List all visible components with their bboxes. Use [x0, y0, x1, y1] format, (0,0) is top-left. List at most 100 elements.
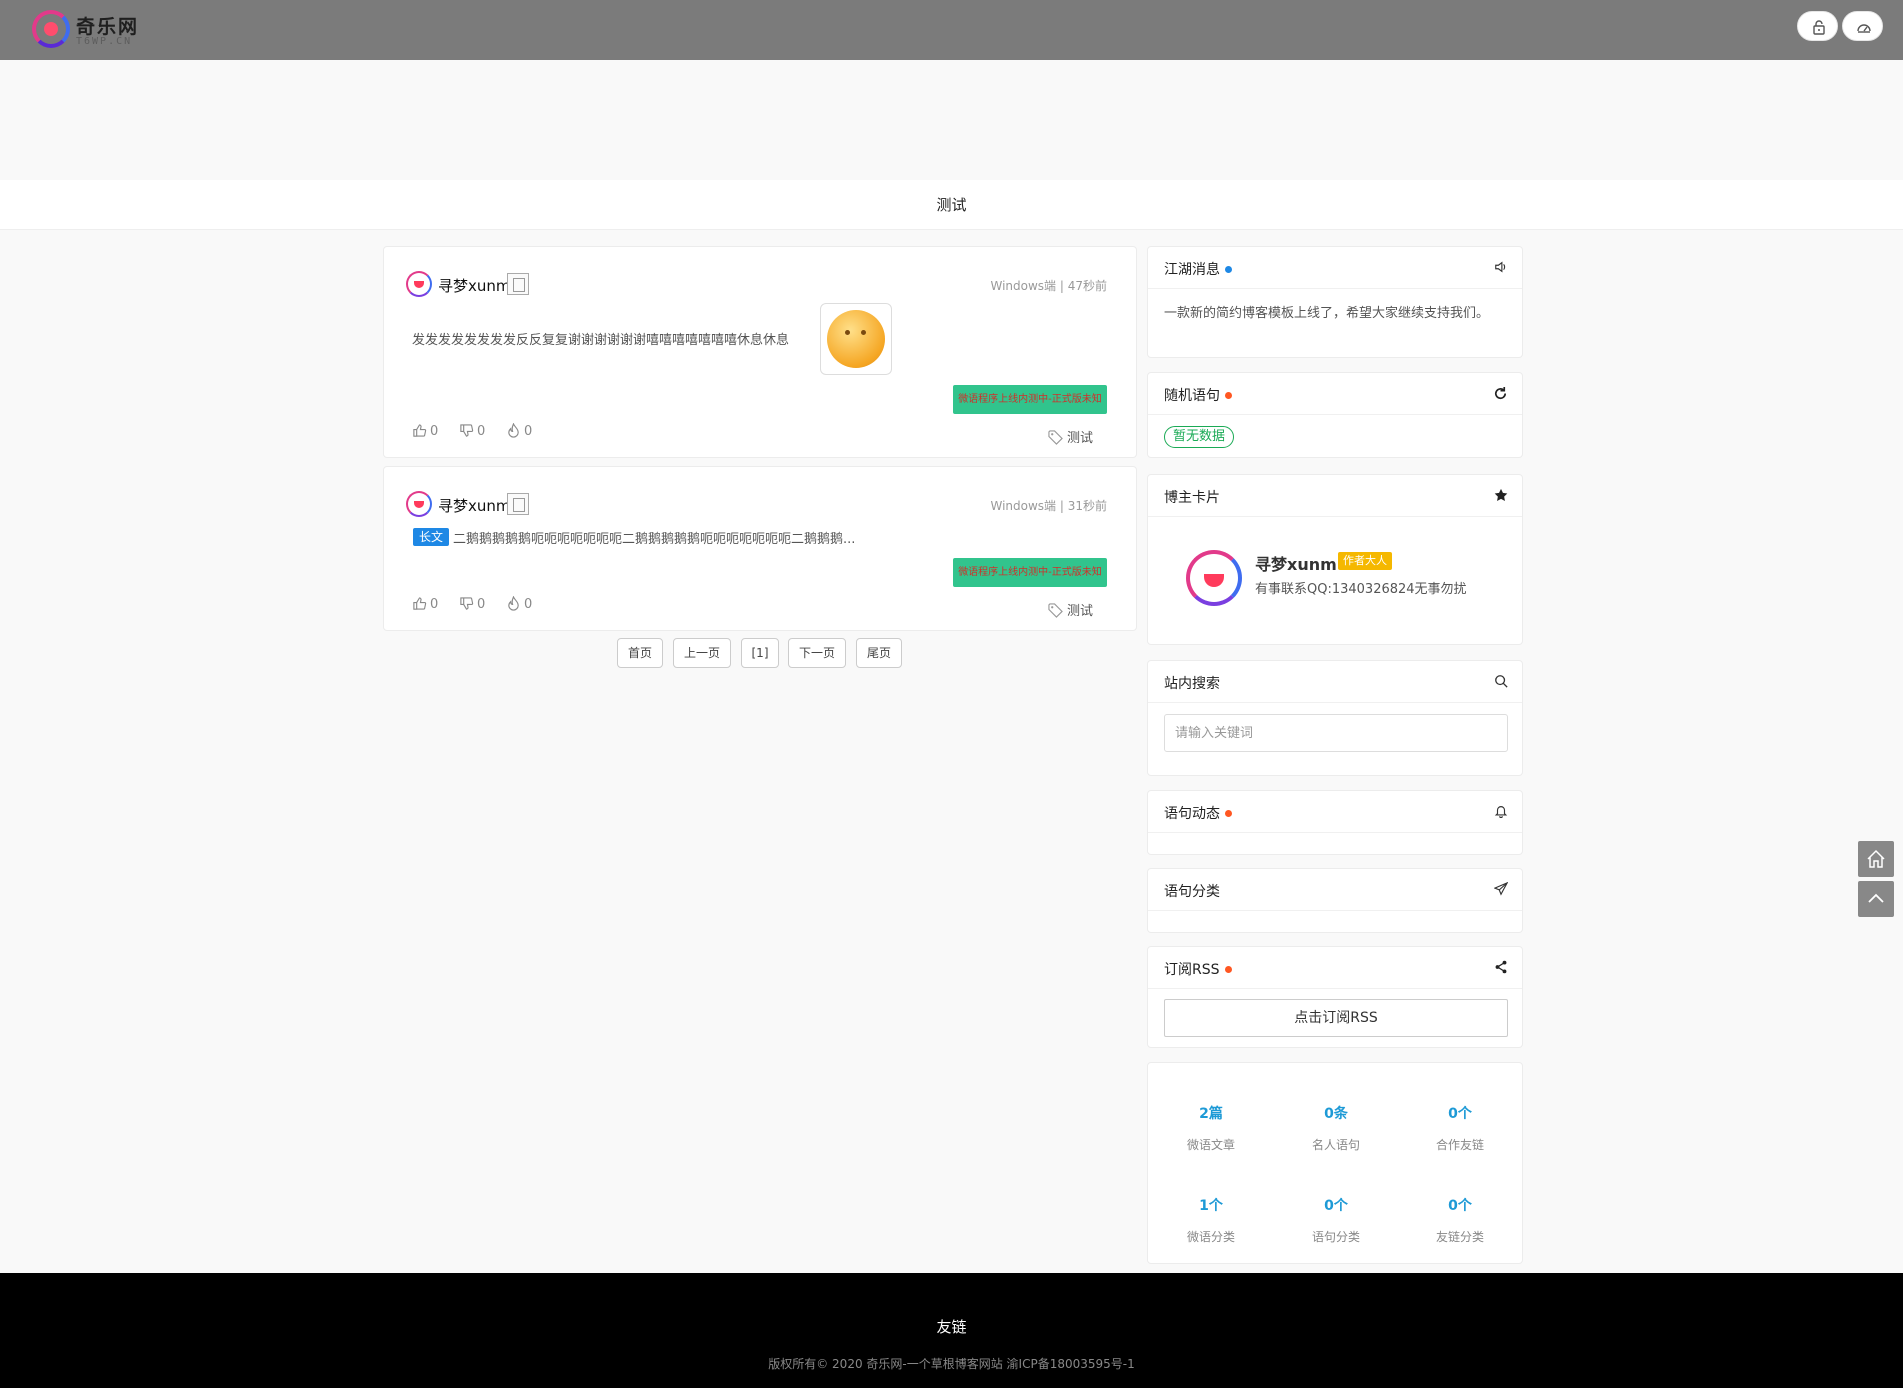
- thumb-down-icon: [460, 597, 474, 610]
- stat-label: 友链分类: [1435, 1230, 1484, 1244]
- widget-header: 随机语句: [1148, 373, 1522, 415]
- blogger-card-widget: 博主卡片 寻梦xunm 作者大人 有事联系QQ:1340326824无事勿扰: [1147, 474, 1523, 645]
- post-content[interactable]: 发发发发发发发发反反复复谢谢谢谢谢谢嘻嘻嘻嘻嘻嘻嘻休息休息: [412, 329, 789, 348]
- send-icon: [1494, 882, 1508, 896]
- dislike-button[interactable]: 0: [459, 423, 485, 439]
- post-meta: Windows端 | 31秒前: [990, 499, 1107, 513]
- lock-icon: [1813, 20, 1825, 35]
- long-article-badge: 长文: [413, 528, 450, 546]
- dislike-count: 0: [477, 424, 486, 439]
- widget-header: 语句动态: [1148, 791, 1522, 833]
- blogger-description: 有事联系QQ:1340326824无事勿扰: [1255, 582, 1467, 597]
- widget-title: 站内搜索: [1164, 676, 1220, 692]
- widget-header: 江湖消息: [1148, 247, 1522, 289]
- stat-label: 微语分类: [1186, 1230, 1235, 1244]
- no-data-badge: 暂无数据: [1164, 426, 1235, 448]
- avatar[interactable]: [406, 271, 432, 297]
- hot-count: 0: [524, 597, 533, 612]
- avatar[interactable]: [406, 491, 432, 517]
- dashboard-icon: [1857, 24, 1871, 33]
- hot-button[interactable]: 0: [506, 595, 533, 612]
- stat-label: 名人语句: [1311, 1138, 1360, 1152]
- pagination-prev[interactable]: 上一页: [673, 638, 731, 668]
- logo-icon: [32, 10, 70, 48]
- like-button[interactable]: 0: [412, 423, 438, 439]
- avatar[interactable]: [1186, 550, 1242, 606]
- like-count: 0: [430, 597, 439, 612]
- widget-header: 站内搜索: [1148, 661, 1522, 703]
- dislike-button[interactable]: 0: [459, 596, 485, 612]
- share-icon: [1495, 960, 1507, 974]
- pagination-next[interactable]: 下一页: [788, 638, 846, 668]
- stat-value: 0条: [1324, 1106, 1348, 1122]
- widget-title: 语句分类: [1164, 884, 1220, 900]
- notice-banner: 微语程序上线内测中-正式版未知: [953, 385, 1107, 414]
- footer-copyright: 版权所有© 2020 奇乐网-一个草根博客网站 渝ICP备18003595号-1: [768, 1357, 1135, 1371]
- widget-title: 博主卡片: [1164, 490, 1220, 506]
- post-tag[interactable]: 测试: [1048, 427, 1093, 446]
- tag-icon: [1048, 603, 1063, 618]
- pagination-first[interactable]: 首页: [617, 638, 663, 668]
- footer-links-title[interactable]: 友链: [0, 1316, 1903, 1337]
- author-badge: 作者大人: [1338, 552, 1392, 570]
- thumb-up-icon: [413, 597, 427, 610]
- status-dot: [1225, 810, 1232, 817]
- blogger-name: 寻梦xunm: [1255, 555, 1337, 574]
- pagination-current[interactable]: [1]: [741, 638, 779, 668]
- post-card[interactable]: 寻梦xunm Windows端 | 47秒前 发发发发发发发发反反复复谢谢谢谢谢…: [383, 246, 1137, 458]
- site-logo[interactable]: 奇乐网 T6WP.CN: [32, 10, 172, 50]
- widget-header: 博主卡片: [1148, 475, 1522, 517]
- dashboard-button[interactable]: [1842, 11, 1883, 41]
- login-button[interactable]: [1797, 11, 1838, 41]
- stat-value: 0个: [1324, 1198, 1348, 1214]
- logo-subtitle: T6WP.CN: [76, 36, 133, 47]
- home-icon: [1867, 849, 1885, 868]
- thumb-down-icon: [460, 424, 474, 437]
- fire-icon: [508, 595, 519, 611]
- dislike-count: 0: [477, 597, 486, 612]
- stat-label: 合作友链: [1435, 1138, 1484, 1152]
- post-image[interactable]: [820, 303, 892, 375]
- site-stats-widget: 2篇 微语文章 0条 名人语句 0个 合作友链 1个 微语分类 0个 语句分类 …: [1147, 1062, 1523, 1264]
- post-content[interactable]: 二鹅鹅鹅鹅鹅呃呃呃呃呃呃呃二鹅鹅鹅鹅鹅呃呃呃呃呃呃呃二鹅鹅鹅...: [453, 528, 855, 547]
- logo-title: 奇乐网: [76, 16, 140, 38]
- status-dot: [1224, 966, 1232, 973]
- news-widget: 江湖消息 一款新的简约博客模板上线了，希望大家继续支持我们。: [1147, 246, 1523, 358]
- stat-label: 语句分类: [1311, 1230, 1360, 1244]
- stat-value: 0个: [1448, 1106, 1472, 1122]
- search-widget: 站内搜索: [1147, 660, 1523, 776]
- subscribe-rss-button[interactable]: 点击订阅RSS: [1164, 999, 1508, 1037]
- home-button[interactable]: [1858, 841, 1894, 877]
- hot-count: 0: [524, 424, 533, 439]
- bell-icon: [1494, 806, 1508, 818]
- post-tag-label: 测试: [1067, 431, 1094, 446]
- post-tag[interactable]: 测试: [1048, 600, 1093, 619]
- like-button[interactable]: 0: [412, 596, 438, 612]
- device-badge-icon: [507, 493, 529, 515]
- widget-header: 语句分类: [1148, 869, 1522, 911]
- emoji-icon: [827, 310, 885, 368]
- post-author[interactable]: 寻梦xunm: [438, 495, 511, 516]
- star-icon: [1494, 488, 1508, 501]
- quote-dynamic-widget: 语句动态: [1147, 790, 1523, 855]
- search-input[interactable]: [1164, 714, 1508, 752]
- refresh-icon[interactable]: [1493, 386, 1508, 401]
- widget-title: 随机语句: [1164, 385, 1232, 405]
- stat-value: 0个: [1448, 1198, 1472, 1214]
- page-title: 测试: [0, 180, 1903, 230]
- post-author[interactable]: 寻梦xunm: [438, 275, 511, 296]
- top-header: 奇乐网 T6WP.CN: [0, 0, 1903, 60]
- notice-banner: 微语程序上线内测中-正式版未知: [953, 558, 1107, 587]
- device-badge-icon: [507, 273, 529, 295]
- back-to-top-button[interactable]: [1858, 881, 1894, 917]
- tag-icon: [1048, 430, 1063, 445]
- fire-icon: [508, 422, 519, 438]
- post-card[interactable]: 寻梦xunm Windows端 | 31秒前 长文 二鹅鹅鹅鹅鹅呃呃呃呃呃呃呃二…: [383, 466, 1137, 631]
- widget-title: 江湖消息: [1164, 259, 1232, 279]
- hot-button[interactable]: 0: [506, 422, 533, 439]
- widget-title: 语句动态: [1164, 803, 1232, 823]
- status-dot: [1225, 392, 1232, 399]
- search-icon[interactable]: [1494, 674, 1508, 688]
- news-text: 一款新的简约博客模板上线了，希望大家继续支持我们。: [1164, 306, 1490, 321]
- pagination-last[interactable]: 尾页: [856, 638, 902, 668]
